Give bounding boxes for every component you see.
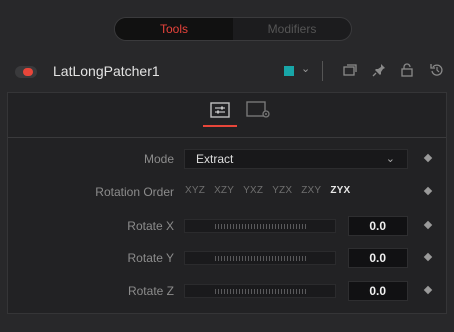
tab-tools[interactable]: Tools — [115, 18, 233, 40]
rotate-y-label: Rotate Y — [127, 251, 174, 265]
reset-icon[interactable] — [428, 61, 446, 79]
keyframe-diamond-icon[interactable] — [423, 153, 433, 163]
mode-label: Mode — [143, 152, 174, 166]
order-yzx[interactable]: YZX — [272, 185, 292, 196]
rotation-order-label: Rotation Order — [95, 185, 174, 199]
mode-dropdown[interactable]: Extract ⌄ — [184, 149, 408, 169]
rotate-z-row: Rotate Z 0.0 — [8, 279, 446, 305]
inspector-panel: Mode Extract ⌄ Rotation Order XYZ XZY YX… — [7, 92, 447, 314]
rotate-z-input[interactable]: 0.0 — [348, 281, 408, 301]
rotate-y-input[interactable]: 0.0 — [348, 248, 408, 268]
rotate-y-slider[interactable] — [184, 251, 336, 265]
rotate-x-row: Rotate X 0.0 — [8, 214, 446, 240]
tools-modifiers-switch: Tools Modifiers — [114, 17, 352, 41]
tool-header: LatLongPatcher1 ⌄ — [0, 57, 454, 89]
rotation-order-row: Rotation Order XYZ XZY YXZ YZX ZXY ZYX — [8, 180, 446, 206]
rotate-y-row: Rotate Y 0.0 — [8, 246, 446, 272]
tab-modifiers[interactable]: Modifiers — [233, 18, 351, 40]
order-xzy[interactable]: XZY — [214, 185, 234, 196]
rotate-z-label: Rotate Z — [127, 284, 174, 298]
tool-enable-toggle[interactable] — [15, 66, 37, 78]
header-divider — [322, 61, 323, 81]
keyframe-diamond-icon[interactable] — [423, 220, 433, 230]
keyframe-diamond-icon[interactable] — [423, 186, 433, 196]
rotate-x-slider[interactable] — [184, 219, 336, 233]
top-bar: Tools Modifiers — [0, 0, 454, 46]
pin-icon[interactable] — [370, 61, 388, 79]
settings-icon[interactable] — [246, 99, 272, 121]
controls-icon[interactable] — [203, 99, 237, 127]
mode-value: Extract — [196, 152, 234, 166]
mode-row: Mode Extract ⌄ — [8, 147, 446, 173]
keyframe-diamond-icon[interactable] — [423, 285, 433, 295]
chevron-down-icon: ⌄ — [385, 153, 395, 165]
collapse-icon[interactable] — [341, 61, 359, 79]
rotate-x-input[interactable]: 0.0 — [348, 216, 408, 236]
order-zxy[interactable]: ZXY — [301, 185, 321, 196]
rotate-x-label: Rotate X — [127, 219, 174, 233]
chevron-down-icon[interactable]: ⌄ — [301, 62, 310, 75]
order-zyx[interactable]: ZYX — [330, 185, 350, 196]
tool-name[interactable]: LatLongPatcher1 — [53, 63, 160, 79]
order-xyz[interactable]: XYZ — [185, 185, 205, 196]
tool-color-swatch[interactable] — [284, 66, 294, 76]
rotate-z-slider[interactable] — [184, 284, 336, 298]
keyframe-diamond-icon[interactable] — [423, 252, 433, 262]
lock-icon[interactable] — [398, 61, 416, 79]
panel-tab-bar — [8, 93, 446, 127]
rotation-order-buttons: XYZ XZY YXZ YZX ZXY ZYX — [185, 185, 359, 196]
panel-divider — [8, 137, 446, 138]
order-yxz[interactable]: YXZ — [243, 185, 263, 196]
